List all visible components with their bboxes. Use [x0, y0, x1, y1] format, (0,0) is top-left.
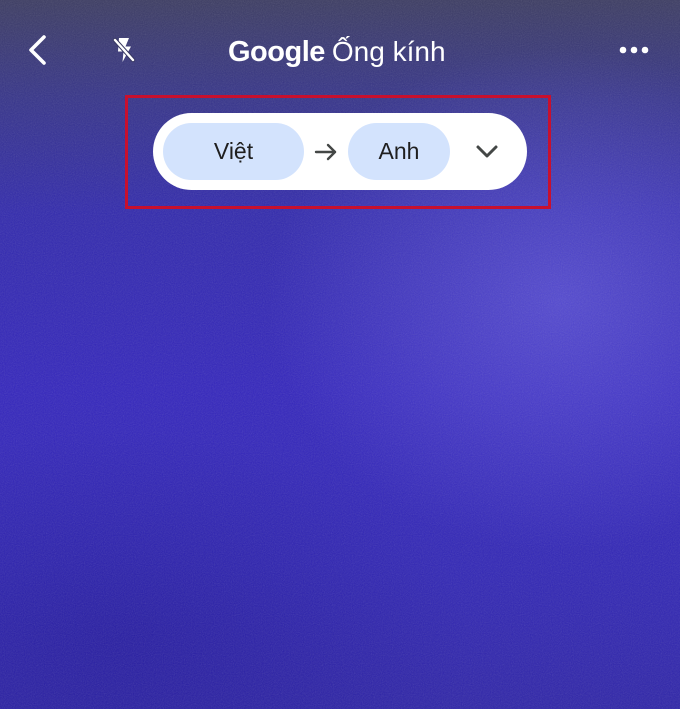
- target-language-chip[interactable]: Anh: [348, 123, 450, 180]
- app-title: Google Ống kính: [228, 32, 446, 72]
- more-options-button[interactable]: [612, 30, 656, 70]
- flash-toggle-button[interactable]: [104, 30, 144, 70]
- arrow-right-icon: [310, 137, 342, 167]
- source-language-chip[interactable]: Việt: [163, 123, 304, 180]
- language-dropdown-button[interactable]: [467, 131, 507, 171]
- back-button[interactable]: [18, 30, 58, 70]
- top-bar: Google Ống kính: [0, 0, 680, 104]
- title-product: Ống kính: [331, 36, 446, 67]
- more-options-icon: [619, 46, 649, 54]
- flash-off-icon: [112, 37, 136, 63]
- language-selector-bar: Việt Anh: [153, 113, 527, 190]
- chevron-down-icon: [476, 145, 498, 158]
- title-brand: Google: [228, 35, 325, 68]
- back-arrow-icon: [29, 35, 46, 65]
- source-language-label: Việt: [213, 138, 254, 164]
- target-language-label: Anh: [378, 138, 420, 164]
